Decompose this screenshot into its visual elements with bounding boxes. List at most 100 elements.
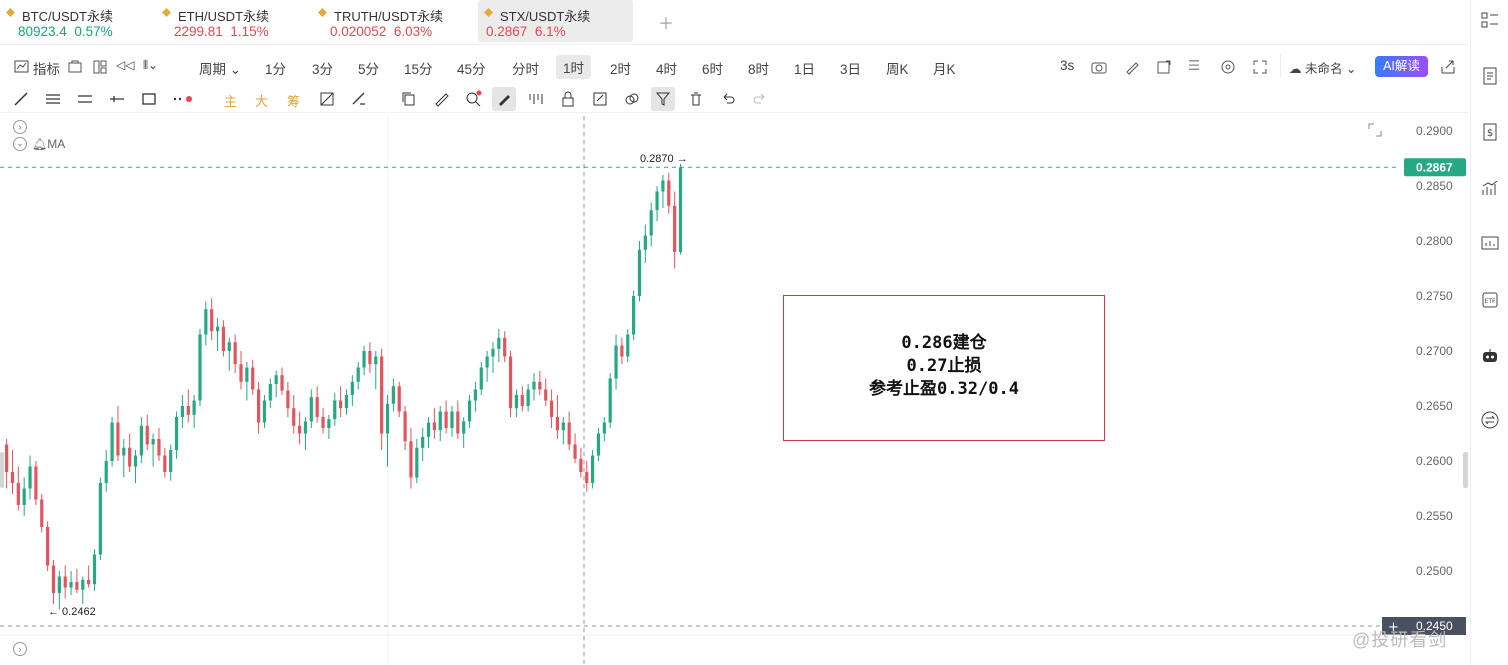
candle-body <box>520 395 524 406</box>
interval-button[interactable]: 3分 <box>312 58 333 78</box>
candle-body <box>303 421 308 434</box>
robot-icon[interactable] <box>1480 346 1500 366</box>
candle-body <box>555 417 560 431</box>
template-icon[interactable] <box>68 60 82 74</box>
ticker-tab-stx[interactable]: STX/USDT永续 0.2867 6.1% <box>478 0 633 42</box>
edit-note-icon[interactable] <box>591 90 609 108</box>
indicator-button[interactable]: 指标 <box>33 58 60 78</box>
maximize-icon[interactable] <box>1367 122 1383 138</box>
ai-interpret-button[interactable]: AI解读 <box>1375 56 1428 77</box>
candle-body <box>661 180 665 192</box>
widget-list-icon[interactable] <box>1480 10 1500 30</box>
collapse-icon[interactable]: ⌄ <box>13 137 27 151</box>
interval-button[interactable]: 6时 <box>702 58 723 78</box>
interval-button[interactable]: 3日 <box>840 58 861 78</box>
left-scroll-handle[interactable] <box>0 452 4 488</box>
refresh-interval[interactable]: 3s <box>1060 58 1074 73</box>
ticker-tab-truth[interactable]: TRUTH/USDT永续 0.020052 6.03% <box>312 0 472 42</box>
candle-body <box>620 345 624 357</box>
candle-body <box>655 191 659 211</box>
ruler-icon[interactable] <box>432 90 450 108</box>
exchange-icon[interactable] <box>1480 410 1500 430</box>
period-dropdown[interactable]: 周期 ⌄ <box>199 58 241 78</box>
main-force-tool[interactable]: 主 <box>224 91 237 110</box>
etf-icon[interactable]: ETF <box>1480 290 1500 310</box>
pen-icon[interactable] <box>1124 59 1140 75</box>
svg-text:$: $ <box>1487 128 1493 139</box>
price-tick-label: 0.2900 <box>1416 124 1453 138</box>
candle-body <box>286 390 290 409</box>
trend-chart-icon[interactable] <box>1480 178 1500 198</box>
rectangle-icon[interactable] <box>140 90 158 108</box>
horizontal-ray-icon[interactable] <box>108 90 126 108</box>
parallel-lines-icon[interactable] <box>44 90 62 108</box>
fullscreen-icon[interactable] <box>1252 59 1268 75</box>
brush-icon[interactable] <box>495 90 513 108</box>
interval-button[interactable]: 5分 <box>358 58 379 78</box>
candle-body <box>245 367 249 382</box>
interval-button[interactable]: 1日 <box>794 58 815 78</box>
candle-body <box>292 408 296 426</box>
add-tab-icon[interactable]: ＋ <box>658 10 674 34</box>
redo-icon[interactable] <box>751 90 769 108</box>
layout-icon[interactable] <box>93 60 107 74</box>
filter-icon[interactable] <box>654 90 672 108</box>
interval-button[interactable]: 45分 <box>457 58 486 78</box>
monitor-chart-icon[interactable] <box>1480 234 1500 254</box>
compare-icon[interactable] <box>318 90 336 108</box>
price-tick-label: 0.2500 <box>1416 564 1453 578</box>
interval-button[interactable]: 15分 <box>404 58 433 78</box>
expand-pane-icon[interactable]: › <box>13 642 27 656</box>
candle-body <box>239 364 243 382</box>
candle-body <box>637 249 642 296</box>
interval-button[interactable]: 月K <box>933 58 956 78</box>
horizontal-lines-icon[interactable] <box>76 90 94 108</box>
candlestick-chart[interactable]: 0.2900 0.2850 0.2800 0.2750 0.2700 0.2650 0.26… <box>0 116 1468 665</box>
candle-body <box>678 167 683 252</box>
candle-body <box>444 411 448 428</box>
interval-button[interactable]: 8时 <box>748 58 769 78</box>
price-tag-icon[interactable]: $ <box>1480 122 1500 142</box>
measure-icon[interactable] <box>350 90 368 108</box>
undo-icon[interactable] <box>719 90 737 108</box>
price-tick-label: 0.2650 <box>1416 399 1453 413</box>
chip-tool[interactable]: 筹 <box>287 91 300 110</box>
ticker-name: BTC/USDT永续 <box>22 9 114 24</box>
trend-line-icon[interactable] <box>12 90 30 108</box>
replay-icon[interactable]: ◁◁ <box>116 58 134 72</box>
interval-button[interactable]: 分时 <box>512 58 539 78</box>
candle-body <box>315 397 319 417</box>
trade-note-box[interactable]: 0.286建仓 0.27止损 参考止盈0.32/0.4 <box>783 295 1105 441</box>
expand-icon[interactable]: › <box>13 120 27 134</box>
candle-body <box>104 461 108 483</box>
ticker-tab-eth[interactable]: ETH/USDT永续 2299.81 1.15% <box>156 0 306 42</box>
link-icon[interactable] <box>623 90 641 108</box>
candle-body <box>163 455 167 472</box>
candle-body <box>514 395 519 409</box>
chart-type-icon[interactable]: ⫴⌄ <box>143 58 158 73</box>
interval-button[interactable]: 2时 <box>610 58 631 78</box>
large-order-tool[interactable]: 大 <box>255 91 268 110</box>
copy-icon[interactable] <box>400 90 418 108</box>
interval-button[interactable]: 1时 <box>556 55 592 79</box>
interval-button[interactable]: 周K <box>886 58 909 78</box>
list-settings-icon[interactable]: ☰ <box>1188 58 1200 74</box>
more-tools-icon[interactable] <box>172 90 194 108</box>
settings-icon[interactable] <box>1220 59 1236 75</box>
document-icon[interactable] <box>1480 66 1500 86</box>
trash-icon[interactable] <box>687 90 705 108</box>
ma-indicator-label[interactable]: 🔔︎MA <box>32 137 65 151</box>
lock-icon[interactable] <box>559 90 577 108</box>
layout-name-dropdown[interactable]: ☁ 未命名 ⌄ <box>1289 58 1356 77</box>
interval-button[interactable]: 1分 <box>265 58 286 78</box>
share-icon[interactable] <box>1440 59 1456 75</box>
popout-icon[interactable] <box>1156 59 1172 75</box>
price-tick-label: 0.2750 <box>1416 289 1453 303</box>
camera-icon[interactable] <box>1091 59 1107 75</box>
candle-body <box>210 309 214 332</box>
ticker-tab-btc[interactable]: BTC/USDT永续 80923.4 0.57% <box>0 0 150 42</box>
interval-button[interactable]: 4时 <box>656 58 677 78</box>
magnet-icon[interactable] <box>527 90 545 108</box>
right-scroll-handle[interactable] <box>1463 452 1468 488</box>
zoom-icon[interactable] <box>464 90 482 108</box>
